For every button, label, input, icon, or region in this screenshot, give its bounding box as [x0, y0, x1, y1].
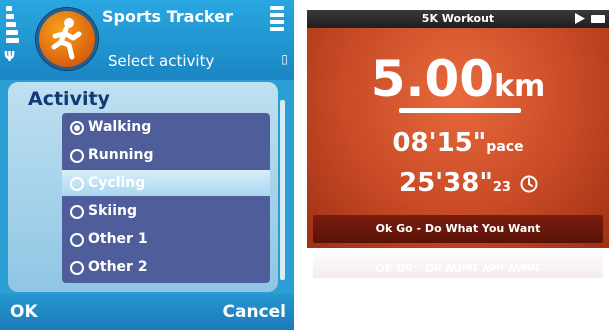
distance-readout: 5.00km	[307, 50, 609, 108]
pace-label: pace	[486, 139, 524, 155]
ok-softkey[interactable]: OK	[10, 302, 38, 322]
scrollbar[interactable]	[280, 100, 285, 280]
activity-option-other-1[interactable]: Other 1	[62, 226, 270, 252]
cancel-softkey[interactable]: Cancel	[223, 302, 286, 322]
pace-readout: 08'15"pace	[307, 128, 609, 158]
play-icon	[575, 13, 585, 24]
radio-button-icon[interactable]	[70, 177, 84, 191]
distance-divider	[399, 108, 521, 113]
battery-icon	[591, 15, 605, 23]
screen-subtitle: Select activity	[108, 52, 215, 70]
pace-value: 08'15"	[392, 128, 487, 158]
softkey-bar: OK Cancel	[0, 294, 294, 330]
activity-option-label: Running	[88, 147, 154, 163]
activity-option-label: Other 2	[88, 259, 148, 275]
antenna-icon: Ψ	[4, 50, 16, 65]
radio-button-icon[interactable]	[70, 205, 84, 219]
distance-value: 5.00	[370, 50, 495, 108]
panel-title: Activity	[28, 88, 110, 110]
activity-option-running[interactable]: Running	[62, 142, 270, 168]
now-playing-reflection: Ok Go - Do What You Want	[313, 248, 603, 278]
workout-title: 5K Workout	[421, 12, 495, 25]
battery-icon: ▯	[281, 52, 288, 66]
radio-button-icon[interactable]	[70, 121, 84, 135]
sports-tracker-screen: Ψ Sports Tracker Select activity ▯ Activ…	[0, 0, 294, 330]
activity-option-skiing[interactable]: Skiing	[62, 198, 270, 224]
app-title: Sports Tracker	[102, 7, 233, 26]
runner-logo-icon	[36, 8, 98, 70]
activity-option-label: Other 1	[88, 231, 148, 247]
time-hundredths: 23	[492, 180, 511, 195]
activity-option-label: Walking	[88, 119, 152, 135]
activity-option-other-2[interactable]: Other 2	[62, 254, 270, 280]
workout-screen: 5K Workout 5.00km 08'15"pace 25'38"23 Ok…	[307, 10, 609, 248]
radio-button-icon[interactable]	[70, 149, 84, 163]
distance-unit: km	[494, 69, 546, 104]
clock-icon	[520, 175, 538, 193]
time-value: 25'38"	[399, 168, 493, 198]
time-readout: 25'38"23	[399, 168, 511, 198]
workout-topbar: 5K Workout	[307, 10, 609, 28]
activity-option-cycling[interactable]: Cycling	[62, 170, 270, 196]
activity-option-label: Skiing	[88, 203, 137, 219]
activity-option-walking[interactable]: Walking	[62, 114, 270, 140]
activity-option-label: Cycling	[88, 175, 146, 191]
now-playing-bar[interactable]: Ok Go - Do What You Want	[313, 215, 603, 243]
radio-button-icon[interactable]	[70, 261, 84, 275]
radio-button-icon[interactable]	[70, 233, 84, 247]
